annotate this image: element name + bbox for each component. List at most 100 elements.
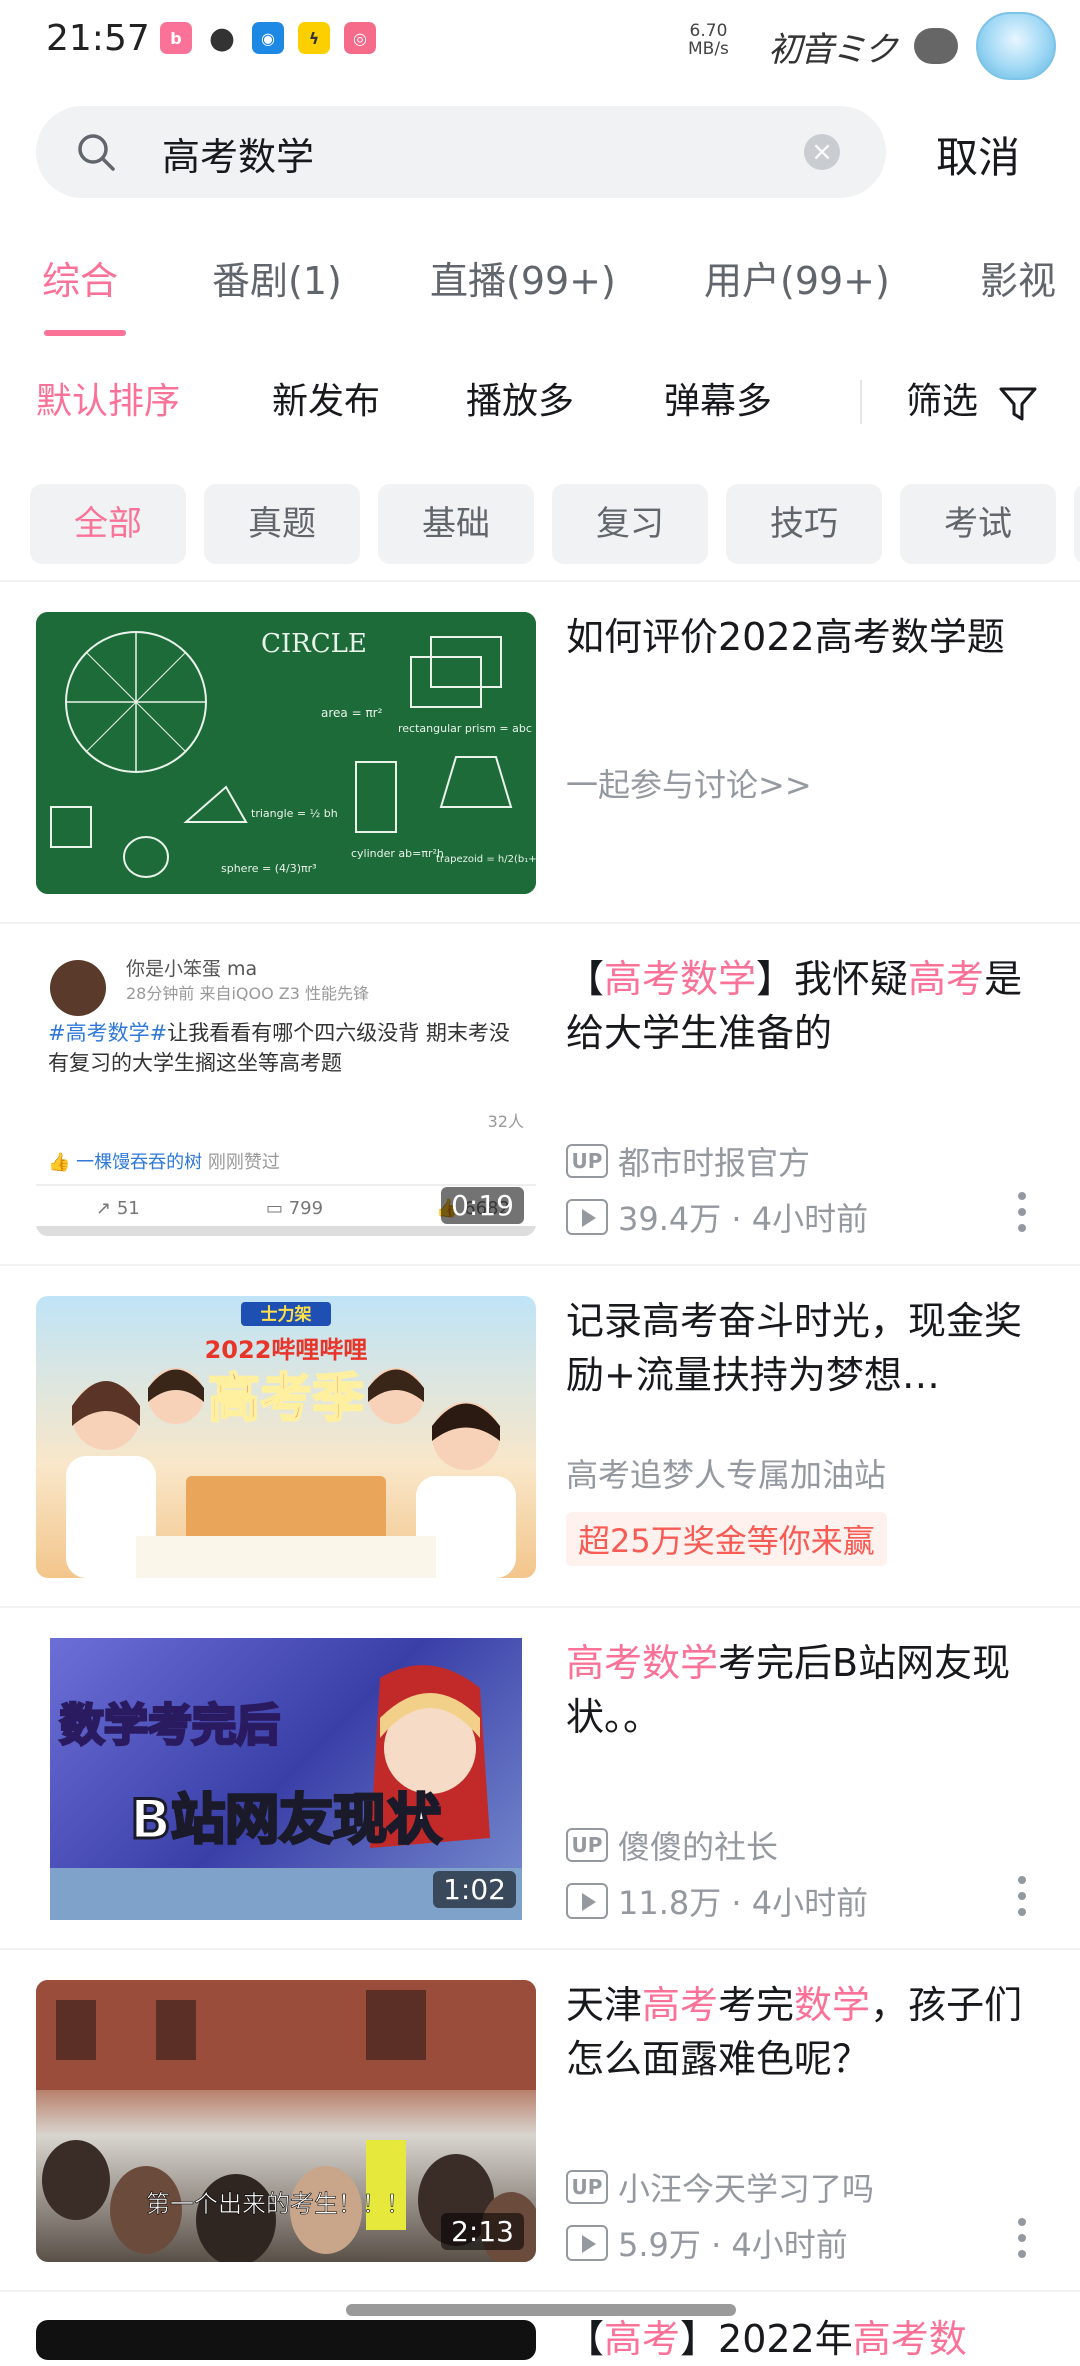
thumb-text: trapezoid = h/2(b₁+b₂): [436, 854, 536, 865]
brand-logo: 初音ミク: [768, 29, 898, 70]
up-icon: UP: [566, 2170, 608, 2204]
search-input[interactable]: 高考数学 ×: [36, 106, 886, 198]
stats-row: 11.8万 · 4小时前: [566, 1878, 868, 1924]
network-speed: 6.70 MB/s: [688, 21, 729, 59]
video-thumbnail[interactable]: 你是小笨蛋 ma 28分钟前 来自iQOO Z3 性能先锋 #高考数学#让我看看…: [36, 954, 536, 1236]
result-card[interactable]: 数学考完后 B站网友现状 1:02 高考数学考完后B站网友现状。。 UP 傻傻的…: [0, 1608, 1080, 1950]
chip-all[interactable]: 全部: [30, 484, 186, 564]
post-username: 你是小笨蛋 ma: [126, 958, 258, 980]
chip-tips[interactable]: 技巧: [726, 484, 882, 564]
video-duration: 0:19: [441, 1187, 524, 1224]
chalkboard-illustration: CIRCLE area = πr² rectangular prism = ab…: [36, 612, 536, 894]
chip-exam[interactable]: 考试: [900, 484, 1056, 564]
sort-divider: [860, 380, 862, 424]
thumb-text: 士力架: [261, 1304, 312, 1325]
thumb-text: triangle = ½ bh: [251, 807, 338, 820]
video-title[interactable]: 如何评价2022高考数学题: [566, 610, 1046, 664]
uploader-row[interactable]: UP 傻傻的社长: [566, 1822, 778, 1868]
up-icon: UP: [566, 1144, 608, 1178]
view-count: 39.4万 · 4小时前: [618, 1200, 869, 1238]
app-icon: ◎: [344, 22, 376, 54]
chip-real-exam[interactable]: 真题: [204, 484, 360, 564]
cancel-button[interactable]: 取消: [936, 124, 1020, 185]
thumb-text: cylinder ab=πr²h: [351, 847, 444, 860]
sort-bar: 默认排序 新发布 播放多 弹幕多 筛选: [0, 372, 1080, 436]
video-title[interactable]: 天津高考考完数学，孩子们怎么面露难色呢？: [566, 1978, 1046, 2086]
avatar-decoration: [976, 12, 1056, 80]
sort-default[interactable]: 默认排序: [36, 372, 180, 424]
video-thumbnail[interactable]: 士力架 2022哔哩哔哩 高考季: [36, 1296, 536, 1578]
bilibili-icon: b: [160, 22, 192, 54]
sort-most-played[interactable]: 播放多: [466, 372, 574, 424]
play-icon: [566, 1883, 608, 1919]
hotspot-icon: ◉: [252, 22, 284, 54]
car-icon: [914, 28, 958, 64]
video-title[interactable]: 记录高考奋斗时光，现金奖励+流量扶持为梦想…: [566, 1294, 1046, 1402]
post-likers: 32人: [487, 1112, 524, 1131]
tab-bangumi[interactable]: 番剧(1): [212, 250, 342, 305]
result-card[interactable]: 你是小笨蛋 ma 28分钟前 来自iQOO Z3 性能先锋 #高考数学#让我看看…: [0, 924, 1080, 1266]
search-row: 高考数学 × 取消: [0, 106, 1080, 198]
flash-icon: ϟ: [298, 22, 330, 54]
promo-badge[interactable]: 超25万奖金等你来赢: [566, 1512, 887, 1566]
uploader-name[interactable]: 小汪今天学习了吗: [618, 2164, 874, 2210]
result-card[interactable]: CIRCLE area = πr² rectangular prism = ab…: [0, 582, 1080, 924]
result-card[interactable]: 【高考】2022年高考数: [0, 2292, 1080, 2361]
status-bar: 21:57 b ● ◉ ϟ ◎ 6.70 MB/s 初音ミク: [0, 0, 1080, 88]
thumb-text: CIRCLE: [261, 629, 367, 659]
video-title[interactable]: 高考数学考完后B站网友现状。。: [566, 1636, 1046, 1744]
uploader-row[interactable]: UP 都市时报官方: [566, 1138, 810, 1184]
thumb-text: 高考季: [208, 1369, 364, 1429]
thumb-text: 第一个出来的考生！！！: [146, 2190, 410, 2218]
filter-button[interactable]: 筛选: [906, 372, 978, 424]
search-query[interactable]: 高考数学: [162, 126, 314, 181]
tab-users[interactable]: 用户(99+): [704, 250, 890, 305]
video-thumbnail[interactable]: [36, 2320, 536, 2360]
video-duration: 2:13: [441, 2213, 524, 2250]
tab-film[interactable]: 影视: [980, 250, 1056, 305]
sort-newest[interactable]: 新发布: [272, 372, 380, 424]
result-card[interactable]: 第一个出来的考生！！！ 2:13 天津高考考完数学，孩子们怎么面露难色呢？ UP…: [0, 1950, 1080, 2292]
avatar: [50, 960, 106, 1016]
tab-underline: [44, 330, 126, 336]
chip-review[interactable]: 复习: [552, 484, 708, 564]
thumb-text: B站网友现状: [130, 1788, 442, 1851]
result-tabs: 综合 番剧(1) 直播(99+) 用户(99+) 影视: [0, 250, 1080, 346]
chip-basics[interactable]: 基础: [378, 484, 534, 564]
post-text: #高考数学#让我看看有哪个四六级没背 期末考没有复习的大学生搁这坐等高考题: [48, 1021, 510, 1075]
play-icon: [566, 1199, 608, 1235]
uploader-name[interactable]: 都市时报官方: [618, 1138, 810, 1184]
thumb-text: sphere = (4/3)πr³: [221, 862, 317, 875]
event-subtitle[interactable]: 高考追梦人专属加油站: [566, 1450, 886, 1496]
video-title[interactable]: 【高考】2022年高考数: [566, 2312, 1046, 2366]
home-indicator[interactable]: [346, 2304, 736, 2316]
status-app-icons: b ● ◉ ϟ ◎: [160, 20, 376, 56]
tab-all[interactable]: 综合: [42, 250, 118, 305]
more-icon[interactable]: [1018, 1192, 1028, 1240]
more-icon[interactable]: [1018, 1876, 1028, 1924]
status-right: 初音ミク: [768, 12, 1056, 80]
tab-live[interactable]: 直播(99+): [430, 250, 616, 305]
up-icon: UP: [566, 1828, 608, 1862]
discussion-link[interactable]: 一起参与讨论>>: [566, 760, 812, 806]
video-duration: 1:02: [433, 1871, 516, 1908]
share-count: ↗ 51: [96, 1198, 140, 1219]
chip-more[interactable]: [1074, 484, 1080, 564]
video-thumbnail[interactable]: 第一个出来的考生！！！ 2:13: [36, 1980, 536, 2262]
video-title[interactable]: 【高考数学】我怀疑高考是给大学生准备的: [566, 952, 1046, 1060]
more-icon[interactable]: [1018, 2218, 1028, 2266]
video-thumbnail[interactable]: CIRCLE area = πr² rectangular prism = ab…: [36, 612, 536, 894]
clear-icon[interactable]: ×: [804, 134, 840, 170]
qq-icon: ●: [208, 20, 236, 56]
promo-illustration: 士力架 2022哔哩哔哩 高考季: [66, 1302, 516, 1578]
video-thumbnail[interactable]: 数学考完后 B站网友现状 1:02: [36, 1638, 536, 1920]
sort-most-danmaku[interactable]: 弹幕多: [664, 372, 772, 424]
thumb-text: 2022哔哩哔哩: [205, 1336, 368, 1364]
thumb-text: 数学考完后: [60, 1700, 280, 1751]
comment-count: ▭ 799: [266, 1198, 324, 1219]
result-card[interactable]: 士力架 2022哔哩哔哩 高考季 记录高考奋斗时光，现金奖励+流量扶持为梦想… …: [0, 1266, 1080, 1608]
filter-icon[interactable]: [998, 384, 1038, 424]
uploader-name[interactable]: 傻傻的社长: [618, 1822, 778, 1868]
uploader-row[interactable]: UP 小汪今天学习了吗: [566, 2164, 874, 2210]
liked-by: 👍 一棵馒吞吞的树 刚刚赞过: [48, 1152, 280, 1173]
